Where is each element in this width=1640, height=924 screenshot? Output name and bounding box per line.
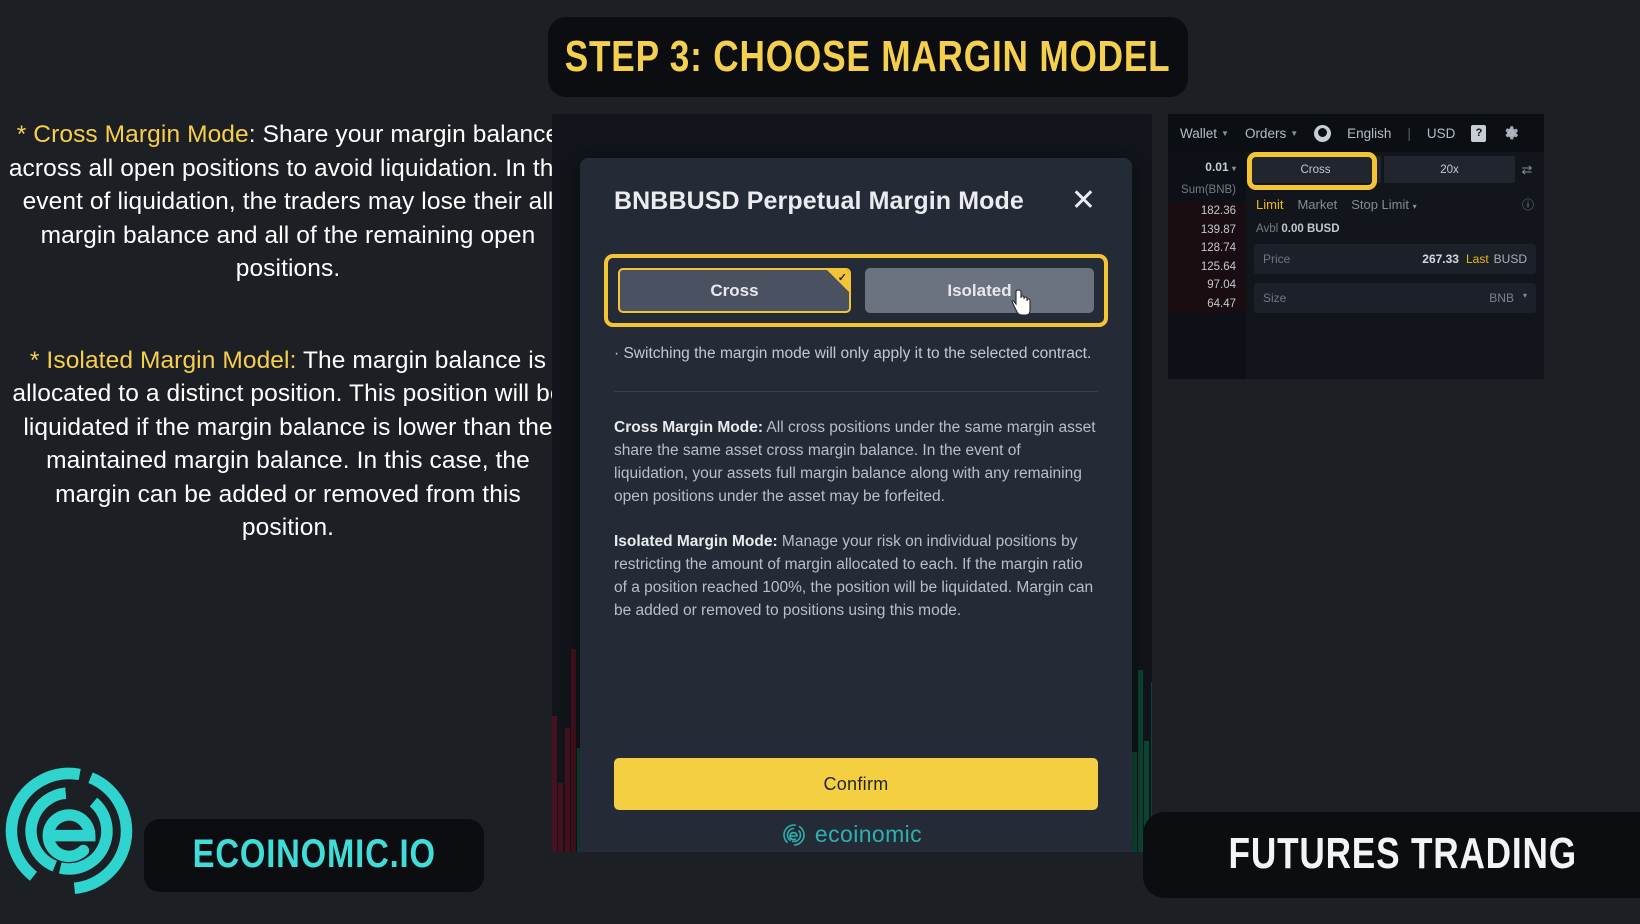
trading-panes: 0.01 ▾ Sum(BNB) 182.36 139.87 128.74 125.64… (1168, 152, 1544, 379)
nav-language-label[interactable]: English (1347, 126, 1391, 141)
size-input-placeholder: Size (1263, 291, 1287, 305)
order-type-tabs: Limit Market Stop Limit ▾ ⓘ (1246, 187, 1544, 213)
leverage-button[interactable]: 20x (1384, 156, 1515, 183)
brand-name: ECOINOMIC.IO (192, 832, 436, 876)
order-entry-pane: Cross 20x ⇄ Limit Market Stop Limit ▾ ⓘ … (1246, 152, 1544, 379)
gear-icon[interactable] (1502, 124, 1520, 142)
available-balance-value: 0.00 BUSD (1281, 223, 1340, 235)
isolated-mode-button[interactable]: Isolated (865, 268, 1094, 316)
size-input[interactable]: Size BNB ▾ (1254, 283, 1536, 313)
ecoinomic-logo-icon (783, 823, 805, 846)
doc-help-icon[interactable]: ? (1471, 124, 1487, 142)
app-screenshot-center: BNBBUSD Perpetual Margin Mode ✕ Cross ✓ … (552, 114, 1152, 852)
isolated-margin-label: * Isolated Margin Model: (29, 346, 297, 374)
mouse-cursor-icon (1011, 289, 1031, 316)
price-currency-label: BUSD (1493, 252, 1527, 266)
nav-currency-label[interactable]: USD (1427, 126, 1456, 141)
orderbook-tick-select[interactable]: 0.01 ▾ (1168, 160, 1246, 174)
nav-orders[interactable]: Orders ▼ (1245, 126, 1298, 141)
price-input[interactable]: Price 267.33 Last BUSD (1254, 244, 1536, 274)
available-balance-row: Avbl 0.00 BUSD (1246, 213, 1544, 235)
futures-trading-badge: FUTURES TRADING (1142, 812, 1640, 898)
size-unit-label: BNB (1489, 291, 1514, 305)
chevron-down-icon: ▼ (1290, 128, 1299, 138)
brand-pill: ECOINOMIC.IO (144, 819, 485, 892)
nav-orders-label: Orders (1244, 125, 1287, 141)
tab-stop-limit-label: Stop Limit (1351, 197, 1409, 212)
nav-wallet[interactable]: Wallet ▼ (1180, 126, 1229, 141)
exchange-top-nav: Wallet ▼ Orders ▼ English | USD ? (1168, 114, 1544, 152)
orderbook-tick-value: 0.01 (1205, 160, 1229, 174)
price-input-placeholder: Price (1263, 252, 1291, 266)
isolated-margin-body: The margin balance is allocated to a dis… (12, 346, 564, 542)
chevron-down-icon: ▾ (1412, 202, 1417, 211)
futures-trading-text: FUTURES TRADING (1228, 829, 1577, 878)
tab-limit[interactable]: Limit (1256, 197, 1283, 212)
orderbook-row[interactable]: 139.87 (1168, 221, 1246, 240)
confirm-button[interactable]: Confirm (614, 758, 1098, 810)
chevron-down-icon: ▾ (1522, 291, 1527, 300)
margin-mode-dialog: BNBBUSD Perpetual Margin Mode ✕ Cross ✓ … (580, 158, 1132, 852)
info-icon[interactable]: ⓘ (1522, 196, 1534, 213)
isolated-mode-description-heading: Isolated Margin Mode: (614, 533, 778, 550)
orderbook-row[interactable]: 125.64 (1168, 258, 1246, 277)
brand-block: ECOINOMIC.IO (0, 762, 485, 900)
step-title-banner: STEP 3: CHOOSE MARGIN MODEL (548, 17, 1188, 97)
margin-mode-button[interactable]: Cross (1250, 156, 1381, 183)
ecoinomic-logo-icon (5, 767, 133, 895)
size-unit-select[interactable]: BNB ▾ (1489, 291, 1527, 305)
cross-mode-description: Cross Margin Mode: All cross positions u… (614, 416, 1098, 508)
dialog-divider (614, 391, 1098, 392)
switch-note-text: · Switching the margin mode will only ap… (614, 345, 1092, 362)
margin-leverage-row: Cross 20x ⇄ (1246, 152, 1544, 190)
cross-mode-description-heading: Cross Margin Mode: (614, 419, 763, 436)
chevron-down-icon: ▼ (1221, 128, 1229, 138)
available-balance-label: Avbl (1256, 223, 1279, 235)
isolated-mode-label: Isolated (947, 280, 1012, 300)
orderbook-row[interactable]: 64.47 (1168, 295, 1246, 314)
tab-stop-limit[interactable]: Stop Limit ▾ (1351, 197, 1416, 212)
tab-market[interactable]: Market (1297, 197, 1337, 212)
order-book-pane: 0.01 ▾ Sum(BNB) 182.36 139.87 128.74 125.64… (1168, 152, 1246, 379)
isolated-margin-paragraph: * Isolated Margin Model: The margin bala… (8, 344, 568, 545)
orderbook-row[interactable]: 182.36 (1168, 202, 1246, 221)
nav-wallet-label: Wallet (1180, 125, 1218, 141)
isolated-mode-description: Isolated Margin Mode: Manage your risk o… (614, 530, 1098, 622)
step-title-text: STEP 3: CHOOSE MARGIN MODEL (565, 32, 1171, 81)
close-icon[interactable]: ✕ (1069, 186, 1098, 216)
price-last-label[interactable]: Last (1466, 252, 1489, 266)
chevron-down-icon: ▾ (1231, 164, 1236, 173)
check-icon: ✓ (837, 272, 847, 284)
orderbook-row[interactable]: 97.04 (1168, 276, 1246, 295)
poster-root: STEP 3: CHOOSE MARGIN MODEL * Cross Marg… (0, 0, 1640, 924)
orderbook-sum-header: Sum(BNB) (1181, 184, 1236, 196)
ecoinomic-watermark-text: ecoinomic (814, 821, 923, 847)
cross-margin-paragraph: * Cross Margin Mode: Share your margin b… (8, 118, 568, 286)
price-input-value: 267.33 (1422, 252, 1459, 266)
orderbook-rows: 182.36 139.87 128.74 125.64 97.04 64.47 (1168, 202, 1246, 313)
swap-icon[interactable]: ⇄ (1518, 156, 1536, 183)
margin-mode-toggle-group: Cross ✓ Isolated (604, 254, 1108, 327)
account-icon[interactable] (1314, 124, 1332, 142)
nav-separator: | (1407, 125, 1411, 141)
cross-margin-label: * Cross Margin Mode (16, 121, 249, 148)
explanation-column: * Cross Margin Mode: Share your margin b… (8, 118, 568, 545)
dialog-title: BNBBUSD Perpetual Margin Mode (614, 186, 1024, 215)
orderbook-row[interactable]: 128.74 (1168, 239, 1246, 258)
cross-mode-label: Cross (710, 280, 759, 300)
cross-mode-button[interactable]: Cross ✓ (618, 268, 851, 313)
app-screenshot-right: Wallet ▼ Orders ▼ English | USD ? 0.01 ▾ (1168, 114, 1544, 379)
ecoinomic-watermark: ecoinomic (552, 821, 1152, 848)
dialog-header: BNBBUSD Perpetual Margin Mode ✕ (614, 186, 1098, 216)
